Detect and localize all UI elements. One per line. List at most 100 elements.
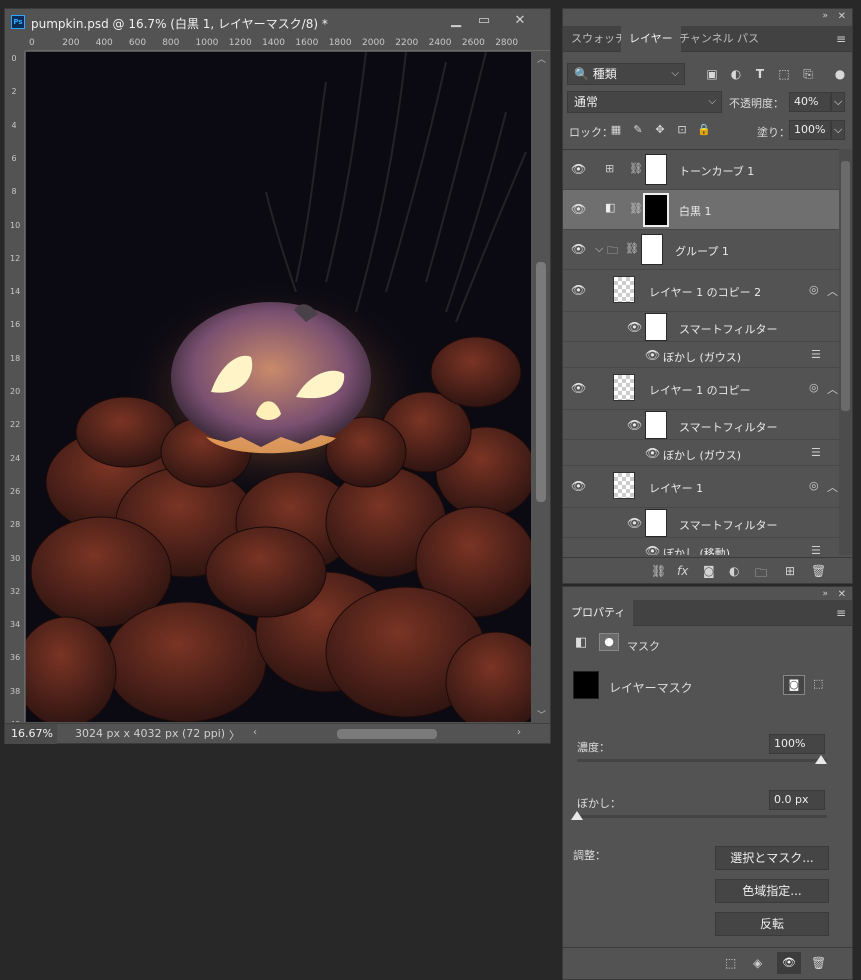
adjustment-properties-icon[interactable]: ◧ [575, 635, 587, 650]
layer-row[interactable]: 👁 レイヤー 1 ◎ ︿ [563, 466, 839, 508]
type-filter-icon[interactable]: T [753, 67, 767, 81]
layer-name[interactable]: スマートフィルター [679, 419, 777, 435]
visibility-eye-icon[interactable]: 👁 [571, 283, 586, 297]
load-selection-icon[interactable]: ⬚ [725, 956, 736, 970]
filter-options-icon[interactable]: ☰ [811, 348, 821, 361]
panel-menu-icon[interactable]: ≡ [836, 32, 846, 46]
collapse-effects-chevron-icon[interactable]: ︿ [827, 381, 838, 397]
scroll-thumb[interactable] [536, 262, 546, 502]
layer-mask-thumbnail[interactable] [641, 234, 663, 265]
visibility-eye-icon[interactable]: 👁 [645, 446, 660, 460]
layer-thumbnail[interactable] [613, 472, 635, 499]
panel-menu-icon[interactable]: ≡ [836, 606, 846, 620]
new-group-icon[interactable]: 🗀 [755, 564, 767, 585]
visibility-eye-icon[interactable]: 👁 [571, 202, 586, 216]
fill-input[interactable]: 100% [789, 120, 831, 140]
opacity-dropdown-icon[interactable]: ⌵ [831, 92, 845, 112]
filter-options-icon[interactable]: ☰ [811, 446, 821, 459]
layers-scrollbar[interactable] [839, 149, 852, 555]
filter-options-icon[interactable]: ☰ [811, 544, 821, 555]
close-panel-icon[interactable]: ✕ [838, 11, 846, 22]
shape-filter-icon[interactable]: ⬚ [777, 67, 791, 81]
layer-mask-thumbnail[interactable] [643, 193, 669, 227]
filter-effect-row[interactable]: 👁 ぼかし (移動) ☰ [563, 538, 839, 555]
scroll-right-arrow-icon[interactable]: › [517, 727, 521, 738]
feather-slider-handle[interactable] [571, 811, 583, 820]
layer-name[interactable]: ぼかし (ガウス) [663, 447, 741, 463]
visibility-eye-icon[interactable]: 👁 [571, 242, 586, 256]
mask-properties-icon[interactable]: ● [599, 633, 619, 651]
maximize-button[interactable]: ▭ [471, 12, 497, 30]
collapse-panel-icon[interactable]: » [822, 11, 828, 21]
layer-row[interactable]: 👁 ⊞ ⛓ トーンカーブ 1 [563, 150, 839, 190]
document-title-bar[interactable]: Ps pumpkin.psd @ 16.7% (白黒 1, レイヤーマスク/8)… [5, 9, 550, 35]
feather-slider-track[interactable] [577, 815, 827, 818]
horizontal-ruler[interactable]: 0 200 400 600 800 1000 1200 1400 1600 1800 2000 220… [25, 35, 550, 51]
opacity-input[interactable]: 40% [789, 92, 831, 112]
select-and-mask-button[interactable]: 選択とマスク... [715, 846, 829, 870]
minimize-button[interactable]: ▁ [443, 12, 469, 30]
adjustment-layer-icon[interactable]: ◐ [729, 564, 739, 578]
lock-transparency-icon[interactable]: ▦ [609, 123, 623, 137]
layer-name[interactable]: スマートフィルター [679, 321, 777, 337]
smart-filter-row[interactable]: 👁 スマートフィルター [563, 312, 839, 342]
visibility-eye-icon[interactable]: 👁 [627, 320, 642, 334]
fill-dropdown-icon[interactable]: ⌵ [831, 120, 845, 140]
collapse-effects-chevron-icon[interactable]: ︿ [827, 283, 838, 299]
density-input[interactable]: 100% [769, 734, 825, 754]
smart-filter-row[interactable]: 👁 スマートフィルター [563, 508, 839, 538]
layer-row[interactable]: 👁 レイヤー 1 のコピー ◎ ︿ [563, 368, 839, 410]
layer-name[interactable]: 白黒 1 [679, 203, 712, 219]
density-slider-track[interactable] [577, 759, 827, 762]
expand-group-chevron-icon[interactable]: ⌵ [595, 242, 603, 256]
blend-mode-dropdown[interactable]: 通常 ⌵ [567, 91, 722, 113]
layer-name[interactable]: スマートフィルター [679, 517, 777, 533]
layer-name[interactable]: トーンカーブ 1 [679, 163, 754, 179]
visibility-eye-icon[interactable]: 👁 [627, 516, 642, 530]
scroll-left-arrow-icon[interactable]: ‹ [253, 727, 257, 738]
link-chain-icon[interactable]: ⛓ [629, 202, 643, 215]
invert-button[interactable]: 反転 [715, 912, 829, 936]
add-pixel-mask-icon[interactable]: ◙ [783, 675, 805, 695]
scroll-thumb[interactable] [841, 161, 850, 411]
adjustment-filter-icon[interactable]: ◐ [729, 67, 743, 81]
scroll-down-arrow-icon[interactable]: ﹀ [537, 708, 546, 721]
vertical-ruler[interactable]: 0246810121416182022242628303234363840 [5, 51, 25, 722]
layer-name[interactable]: レイヤー 1 のコピー 2 [649, 284, 761, 300]
filter-kind-dropdown[interactable]: 🔍 種類 ⌵ [567, 63, 685, 85]
new-layer-icon[interactable]: ⊞ [785, 564, 795, 578]
lock-all-icon[interactable]: 🔒 [697, 123, 711, 137]
scroll-thumb[interactable] [337, 729, 437, 739]
smart-filter-row[interactable]: 👁 スマートフィルター [563, 410, 839, 440]
filter-effect-row[interactable]: 👁 ぼかし (ガウス) ☰ [563, 440, 839, 466]
filter-mask-thumbnail[interactable] [645, 313, 667, 341]
density-slider-handle[interactable] [815, 755, 827, 764]
visibility-eye-icon[interactable]: 👁 [571, 162, 586, 176]
color-range-button[interactable]: 色域指定... [715, 879, 829, 903]
layer-row[interactable]: 👁 ⌵ 🗀 ⛓ グループ 1 [563, 230, 839, 270]
filter-toggle-icon[interactable]: ● [833, 67, 847, 81]
collapse-effects-chevron-icon[interactable]: ︿ [827, 479, 838, 495]
status-menu-arrow-icon[interactable]: 〉 [229, 727, 240, 743]
filter-mask-thumbnail[interactable] [645, 411, 667, 439]
layer-row-selected[interactable]: 👁 ◧ ⛓ 白黒 1 [563, 190, 839, 230]
link-chain-icon[interactable]: ⛓ [625, 242, 639, 255]
add-vector-mask-icon[interactable]: ⬚ [813, 677, 823, 690]
zoom-level[interactable]: 16.67% [5, 724, 57, 744]
delete-mask-icon[interactable]: 🗑 [811, 956, 826, 970]
lock-image-pixels-icon[interactable]: ✎ [631, 123, 645, 137]
link-chain-icon[interactable]: ⛓ [629, 162, 643, 175]
visibility-eye-icon[interactable]: 👁 [571, 381, 586, 395]
visibility-eye-icon[interactable]: 👁 [571, 479, 586, 493]
close-panel-icon[interactable]: ✕ [838, 589, 846, 600]
smart-object-filter-icon[interactable]: ⎘ [801, 67, 815, 81]
layer-thumbnail[interactable] [613, 276, 635, 303]
fx-icon[interactable]: fx [677, 564, 688, 578]
canvas-image[interactable] [26, 52, 531, 722]
lock-artboard-icon[interactable]: ⊡ [675, 123, 689, 137]
layer-name[interactable]: グループ 1 [675, 243, 729, 259]
canvas-horizontal-scrollbar[interactable]: ‹ › [253, 727, 525, 740]
visibility-eye-icon[interactable]: 👁 [645, 348, 660, 362]
layer-name[interactable]: レイヤー 1 [649, 480, 703, 496]
filter-mask-thumbnail[interactable] [645, 509, 667, 537]
